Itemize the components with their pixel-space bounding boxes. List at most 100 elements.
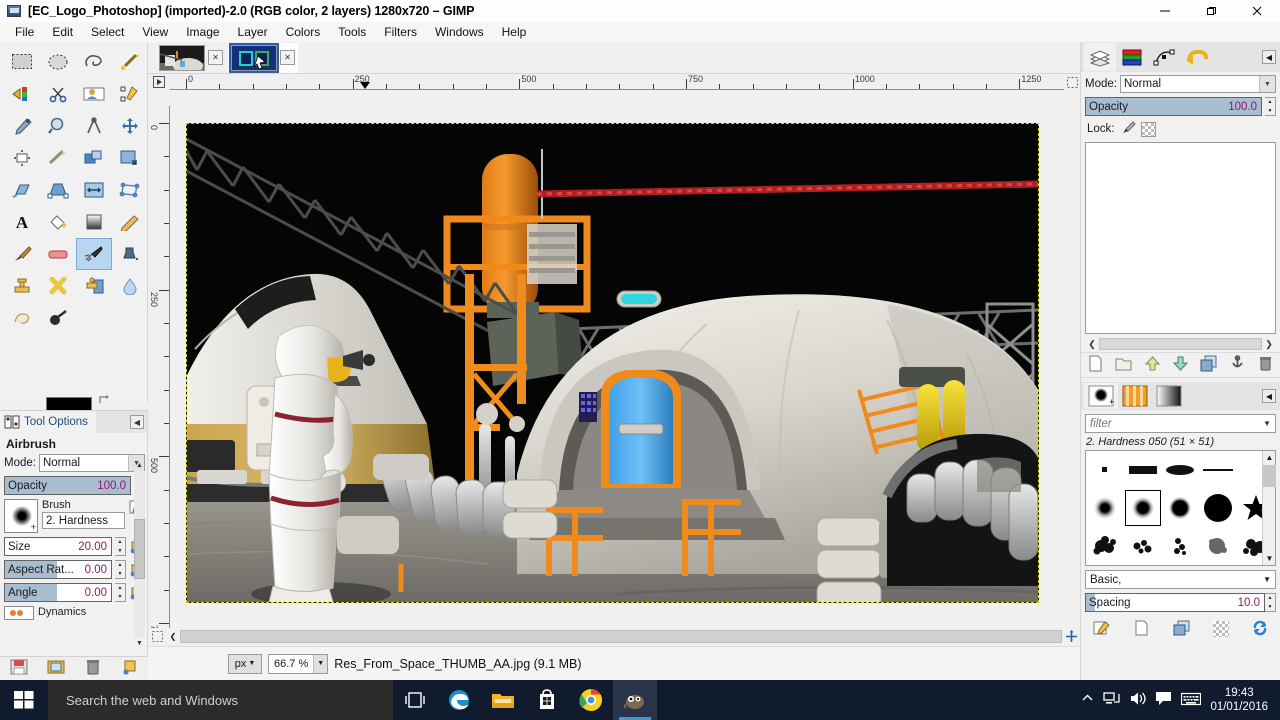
angle-stepper[interactable]: ▲ ▼ — [115, 583, 126, 602]
lock-pixels-icon[interactable] — [1120, 120, 1136, 138]
brush-cell[interactable] — [1086, 451, 1124, 489]
scroll-left-icon[interactable]: ❮ — [1085, 337, 1099, 351]
scroll-left-icon[interactable]: ❮ — [166, 628, 180, 644]
close-tab-button[interactable]: ✕ — [208, 50, 223, 65]
scroll-down-icon[interactable]: ▼ — [1263, 552, 1276, 565]
flip-tool[interactable] — [76, 174, 112, 206]
tab-patterns[interactable] — [1118, 383, 1152, 409]
zoom-selector[interactable]: 66.7 % ▼ — [268, 653, 329, 674]
perspective-tool[interactable] — [40, 174, 76, 206]
keyboard-icon[interactable] — [1181, 692, 1202, 709]
airbrush-tool[interactable] — [76, 238, 112, 270]
color-picker-tool[interactable] — [4, 110, 40, 142]
fuzzy-select-tool[interactable] — [112, 46, 148, 78]
action-center-icon[interactable] — [1155, 691, 1172, 709]
collapse-tool-options-button[interactable]: ◀ — [130, 415, 144, 429]
menu-filters[interactable]: Filters — [375, 23, 426, 41]
save-tool-preset-button[interactable] — [10, 659, 28, 678]
new-brush-button[interactable] — [1133, 620, 1150, 639]
menu-tools[interactable]: Tools — [329, 23, 375, 41]
paths-tool[interactable] — [112, 78, 148, 110]
spacing-stepper[interactable]: ▲ ▼ — [1265, 593, 1276, 612]
lock-alpha-icon[interactable] — [1140, 121, 1156, 137]
chevron-down-icon[interactable]: ▼ — [1263, 575, 1271, 584]
angle-slider[interactable]: Angle 0.00 — [4, 583, 112, 602]
pencil-tool[interactable] — [112, 206, 148, 238]
foreground-select-tool[interactable] — [76, 78, 112, 110]
show-hidden-icons-button[interactable] — [1081, 692, 1094, 708]
canvas-horizontal-scrollbar[interactable]: ❮ — [148, 628, 1080, 644]
image-canvas[interactable] — [186, 123, 1039, 603]
brush-grid-scrollbar[interactable]: ▲ ▼ — [1262, 451, 1276, 565]
blur-sharpen-tool[interactable] — [112, 270, 148, 302]
edge-button[interactable] — [437, 680, 481, 720]
eraser-tool[interactable] — [40, 238, 76, 270]
brush-cell[interactable] — [1124, 451, 1162, 489]
brush-cell[interactable] — [1199, 489, 1237, 527]
menu-file[interactable]: File — [6, 23, 43, 41]
heal-tool[interactable] — [40, 270, 76, 302]
canvas-area[interactable] — [170, 106, 1060, 628]
layer-mode-select[interactable]: Normal ▼ — [1119, 75, 1276, 93]
lower-layer-button[interactable] — [1172, 355, 1189, 375]
volume-icon[interactable] — [1129, 691, 1147, 709]
gimp-button[interactable] — [613, 680, 657, 720]
brush-cell[interactable] — [1086, 527, 1124, 565]
tab-layers[interactable] — [1084, 43, 1116, 71]
zoom-tool[interactable] — [40, 110, 76, 142]
scroll-down-icon[interactable]: ▼ — [134, 637, 145, 649]
chrome-button[interactable] — [569, 680, 613, 720]
taskbar-search-input[interactable]: Search the web and Windows — [48, 680, 393, 720]
reset-tool-options-button[interactable] — [121, 659, 139, 678]
horizontal-ruler[interactable]: 0 250 500 750 1000 1250 — [170, 74, 1064, 90]
swap-colors-icon[interactable] — [98, 394, 110, 406]
scale-tool[interactable] — [112, 142, 148, 174]
brush-cell[interactable] — [1199, 527, 1237, 565]
smudge-tool[interactable] — [4, 302, 40, 334]
tool-options-scrollbar[interactable]: ▲ ▼ — [134, 459, 145, 649]
menu-image[interactable]: Image — [177, 23, 228, 41]
move-tool[interactable] — [112, 110, 148, 142]
ellipse-select-tool[interactable] — [40, 46, 76, 78]
start-button[interactable] — [0, 680, 48, 720]
chevron-down-icon[interactable]: ▼ — [1263, 419, 1271, 428]
scissors-select-tool[interactable] — [40, 78, 76, 110]
delete-brush-button[interactable] — [1212, 621, 1229, 637]
network-icon[interactable] — [1103, 691, 1121, 709]
menu-view[interactable]: View — [133, 23, 177, 41]
unit-selector[interactable]: px ▼ — [228, 653, 262, 674]
menu-edit[interactable]: Edit — [43, 23, 82, 41]
perspective-clone-tool[interactable] — [76, 270, 112, 302]
brush-filter-input[interactable]: filter ▼ — [1085, 414, 1276, 433]
delete-tool-preset-button[interactable] — [84, 659, 102, 678]
tab-paths[interactable] — [1148, 43, 1180, 71]
layer-opacity-stepper[interactable]: ▲ ▼ — [1265, 97, 1276, 116]
chevron-down-icon[interactable]: ▼ — [313, 654, 328, 673]
brush-cell[interactable] — [1124, 527, 1162, 565]
bucket-fill-tool[interactable] — [40, 206, 76, 238]
restore-tool-preset-button[interactable] — [47, 659, 65, 678]
text-tool[interactable]: A — [4, 206, 40, 238]
brush-cell[interactable] — [1162, 489, 1200, 527]
crop-tool[interactable] — [40, 142, 76, 174]
duplicate-layer-button[interactable] — [1200, 355, 1217, 375]
dynamics-preview[interactable] — [4, 606, 34, 620]
dodge-burn-tool[interactable] — [40, 302, 76, 334]
gradient-tool[interactable] — [76, 206, 112, 238]
tab-tool-options[interactable]: Tool Options — [0, 411, 96, 433]
tab-undo-history[interactable] — [1180, 43, 1212, 71]
measure-tool[interactable] — [76, 110, 112, 142]
quick-mask-toggle[interactable] — [148, 628, 166, 644]
ink-tool[interactable] — [112, 238, 148, 270]
brush-cell-selected[interactable] — [1124, 489, 1162, 527]
brush-set-select[interactable]: Basic, ▼ — [1085, 570, 1276, 589]
close-tab-button[interactable]: ✕ — [280, 50, 295, 65]
select-by-color-tool[interactable] — [4, 78, 40, 110]
menu-windows[interactable]: Windows — [426, 23, 493, 41]
task-view-button[interactable] — [393, 680, 437, 720]
size-stepper[interactable]: ▲ ▼ — [115, 537, 126, 556]
brush-grid[interactable]: ▲ ▼ — [1085, 450, 1276, 566]
image-tab-ec-logo[interactable]: ✕ — [228, 42, 298, 73]
maximize-button[interactable] — [1188, 0, 1234, 22]
layer-opacity-slider[interactable]: Opacity 100.0 — [1085, 97, 1262, 116]
